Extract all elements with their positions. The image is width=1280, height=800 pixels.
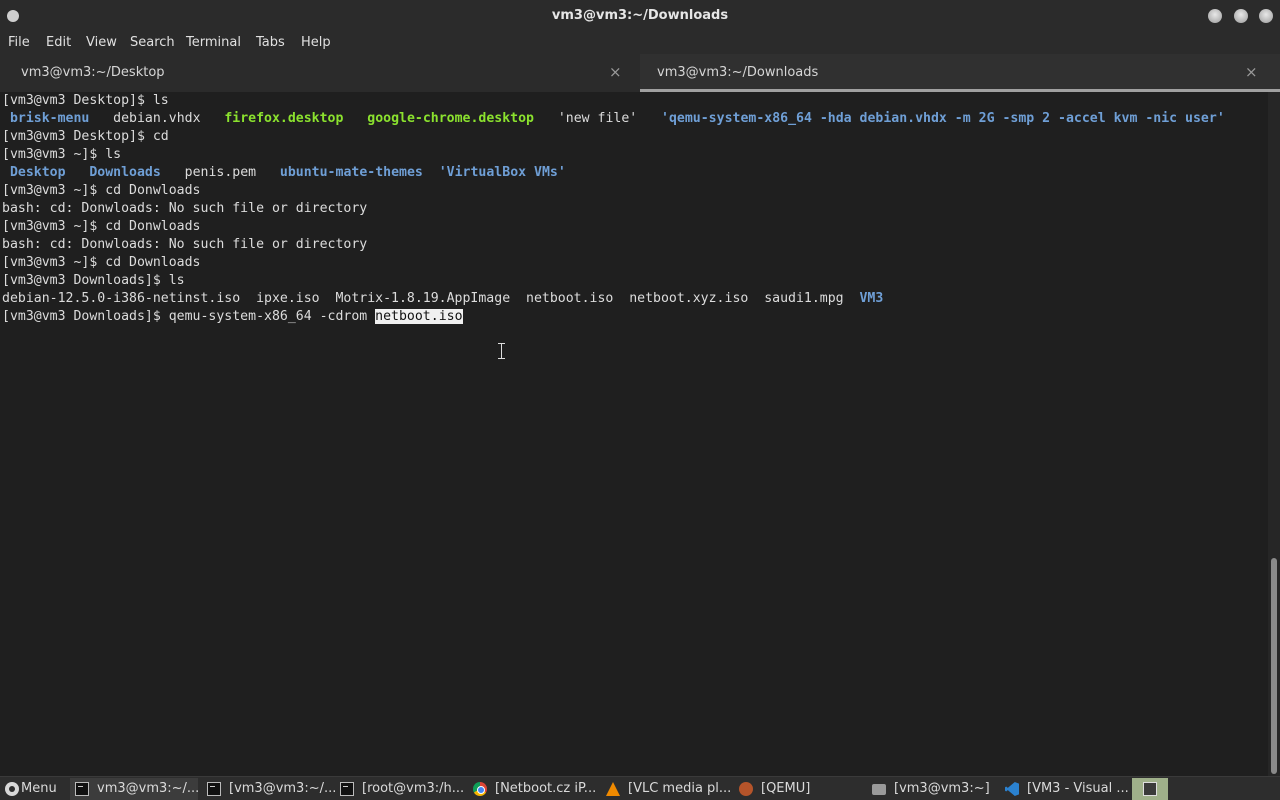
terminal-text: [vm3@vm3 ~]$ cd Donwloads xyxy=(2,219,201,234)
vlc-icon xyxy=(606,782,620,796)
terminal-text: 'new file' xyxy=(534,111,662,126)
terminal-text: [vm3@vm3 ~]$ cd Donwloads xyxy=(2,183,201,198)
menu-terminal[interactable]: Terminal xyxy=(186,35,241,50)
menu-file[interactable]: File xyxy=(8,35,30,50)
terminal-text: [vm3@vm3 Downloads]$ ls xyxy=(2,273,185,288)
terminal-text: [vm3@vm3 Downloads]$ qemu-system-x86_64 … xyxy=(2,309,376,324)
selected-text: netboot.iso xyxy=(375,309,463,324)
task-vscode[interactable]: [VM3 - Visual ... xyxy=(1000,778,1129,800)
task-label: Menu xyxy=(21,781,57,796)
minimize-button[interactable] xyxy=(1208,9,1222,23)
tab-close-icon[interactable]: × xyxy=(1245,63,1258,81)
directory-entry: ubuntu-mate-themes xyxy=(279,165,423,180)
terminal-line: [vm3@vm3 Desktop]$ cd xyxy=(2,128,169,146)
tab-bar: vm3@vm3:~/Desktop × vm3@vm3:~/Downloads … xyxy=(0,54,1280,92)
terminal-text: [vm3@vm3 Desktop]$ ls xyxy=(2,93,169,108)
terminal-icon xyxy=(207,782,221,796)
title-bar: vm3@vm3:~/Downloads xyxy=(0,0,1280,32)
tab-downloads[interactable]: vm3@vm3:~/Downloads × xyxy=(640,54,1280,92)
terminal-line: bash: cd: Donwloads: No such file or dir… xyxy=(2,236,367,254)
task-label: [vm3@vm3:~] xyxy=(894,781,990,796)
directory-entry: Desktop xyxy=(9,165,66,180)
task-label: [root@vm3:/h... xyxy=(362,781,465,796)
directory-entry: 'VirtualBox VMs' xyxy=(438,165,566,180)
task-vlc[interactable]: [VLC media pl... xyxy=(601,778,732,800)
terminal-scrollbar[interactable] xyxy=(1268,92,1280,776)
directory-entry: Downloads xyxy=(89,165,161,180)
terminal-text: penis.pem xyxy=(160,165,280,180)
executable-entry: firefox.desktop xyxy=(224,111,344,126)
terminal-line: bash: cd: Donwloads: No such file or dir… xyxy=(2,200,367,218)
terminal-icon xyxy=(75,782,89,796)
terminal-line: [vm3@vm3 Downloads]$ ls xyxy=(2,272,185,290)
terminal-line: [vm3@vm3 ~]$ cd Donwloads xyxy=(2,218,201,236)
terminal-line: [vm3@vm3 Desktop]$ ls xyxy=(2,92,169,110)
terminal-text: bash: cd: Donwloads: No such file or dir… xyxy=(2,237,368,252)
tab-label: vm3@vm3:~/Downloads xyxy=(657,65,819,80)
menu-help[interactable]: Help xyxy=(301,35,331,50)
start-menu-button[interactable]: Menu xyxy=(0,778,64,800)
terminal-text: debian-12.5.0-i386-netinst.iso ipxe.iso … xyxy=(2,291,860,306)
task-terminal-1[interactable]: vm3@vm3:~/... xyxy=(70,778,200,800)
chrome-icon xyxy=(473,782,487,796)
task-qemu[interactable]: [QEMU] xyxy=(734,778,862,800)
task-label: [vm3@vm3:~/... xyxy=(229,781,337,796)
menu-bar: File Edit View Search Terminal Tabs Help xyxy=(0,32,1280,54)
terminal-text: bash: cd: Donwloads: No such file or dir… xyxy=(2,201,368,216)
taskbar: Menu vm3@vm3:~/... [vm3@vm3:~/... [root@… xyxy=(0,776,1280,800)
vscode-icon xyxy=(1005,782,1019,796)
menu-view[interactable]: View xyxy=(86,35,117,50)
terminal-line: brisk-menu debian.vhdx firefox.desktop g… xyxy=(2,110,1225,128)
window-title: vm3@vm3:~/Downloads xyxy=(551,8,729,23)
close-window-button[interactable] xyxy=(1259,9,1273,23)
task-label: vm3@vm3:~/... xyxy=(97,781,200,796)
menu-search[interactable]: Search xyxy=(130,35,175,50)
maximize-button[interactable] xyxy=(1234,9,1248,23)
tab-label: vm3@vm3:~/Desktop xyxy=(21,65,165,80)
terminal-line: [vm3@vm3 Downloads]$ qemu-system-x86_64 … xyxy=(2,308,463,326)
folder-icon xyxy=(872,784,886,795)
qemu-icon xyxy=(739,782,753,796)
task-chrome[interactable]: [Netboot.cz iP... xyxy=(468,778,596,800)
scrollbar-thumb[interactable] xyxy=(1271,558,1277,774)
menu-icon xyxy=(5,782,19,796)
menu-tabs[interactable]: Tabs xyxy=(256,35,285,50)
task-label: [VM3 - Visual ... xyxy=(1027,781,1129,796)
tab-desktop[interactable]: vm3@vm3:~/Desktop × xyxy=(0,54,640,92)
terminal-icon xyxy=(340,782,354,796)
terminal-line: [vm3@vm3 ~]$ ls xyxy=(2,146,121,164)
terminal-text: [vm3@vm3 ~]$ cd Downloads xyxy=(2,255,201,270)
directory-entry: 'qemu-system-x86_64 -hda debian.vhdx -m … xyxy=(661,111,1225,126)
task-label: [Netboot.cz iP... xyxy=(495,781,597,796)
executable-entry: google-chrome.desktop xyxy=(367,111,534,126)
tab-close-icon[interactable]: × xyxy=(609,63,622,81)
terminal-text: [vm3@vm3 Desktop]$ cd xyxy=(2,129,169,144)
task-terminal-root[interactable]: [root@vm3:/h... xyxy=(335,778,465,800)
terminal-output[interactable]: [vm3@vm3 Desktop]$ ls brisk-menu debian.… xyxy=(0,92,1268,776)
task-folder[interactable]: [vm3@vm3:~] xyxy=(867,778,995,800)
terminal-text: debian.vhdx xyxy=(89,111,225,126)
task-terminal-2[interactable]: [vm3@vm3:~/... xyxy=(202,778,336,800)
task-label: [QEMU] xyxy=(761,781,811,796)
text-cursor-icon xyxy=(497,342,506,360)
terminal-line: [vm3@vm3 ~]$ cd Downloads xyxy=(2,254,201,272)
terminal-line: debian-12.5.0-i386-netinst.iso ipxe.iso … xyxy=(2,290,883,308)
terminal-line: [vm3@vm3 ~]$ cd Donwloads xyxy=(2,182,201,200)
menu-edit[interactable]: Edit xyxy=(46,35,71,50)
task-label: [VLC media pl... xyxy=(628,781,732,796)
terminal-line: Desktop Downloads penis.pem ubuntu-mate-… xyxy=(2,164,566,182)
directory-entry: brisk-menu xyxy=(9,111,90,126)
directory-entry: VM3 xyxy=(859,291,884,306)
terminal-text: [vm3@vm3 ~]$ ls xyxy=(2,147,122,162)
show-desktop-icon xyxy=(1143,782,1157,796)
show-desktop-button[interactable] xyxy=(1132,778,1168,800)
